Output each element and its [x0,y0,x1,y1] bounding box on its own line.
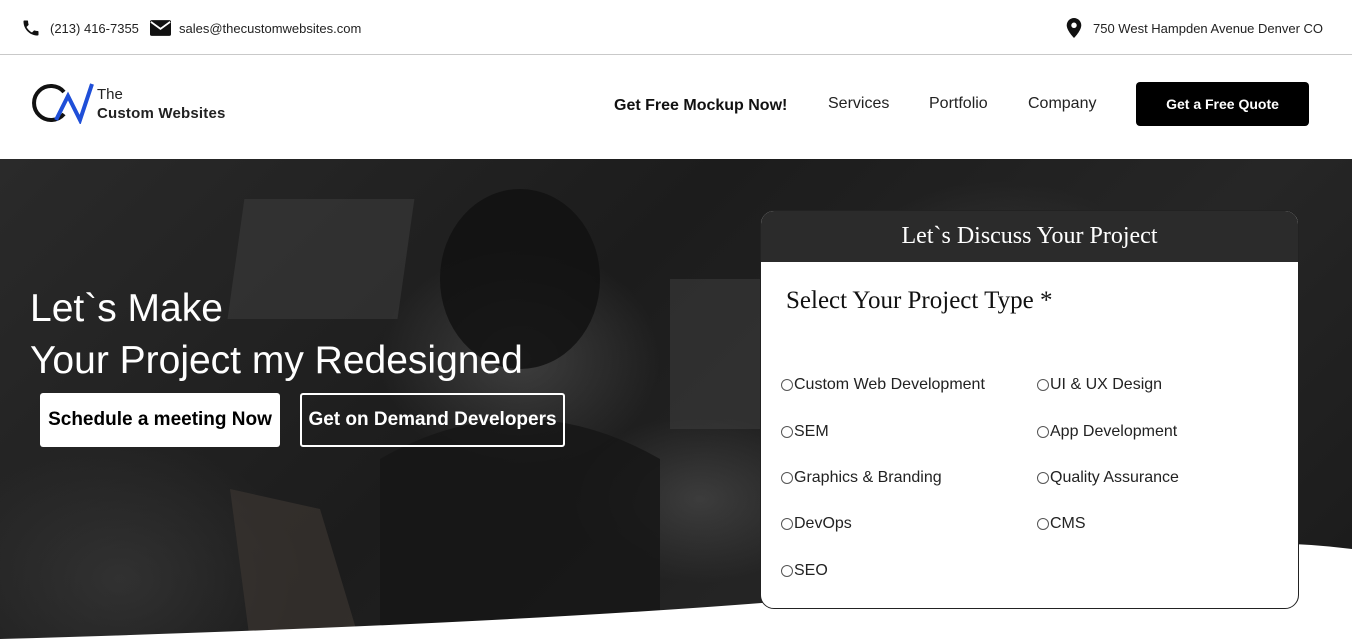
topbar-email[interactable]: sales@thecustomwebsites.com [149,17,361,39]
option-label: SEM [794,423,829,440]
option-sem[interactable]: SEM [781,423,829,441]
schedule-meeting-button[interactable]: Schedule a meeting Now [40,393,280,447]
hero-title-line1: Let`s Make [30,287,223,330]
radio-button[interactable] [781,426,793,438]
radio-button[interactable] [1037,472,1049,484]
nav-free-mockup[interactable]: Get Free Mockup Now! [614,97,787,115]
address-text: 750 West Hampden Avenue Denver CO [1093,20,1324,36]
hero-title: Let`s Make Your Project my Redesigned [30,283,523,387]
radio-button[interactable] [781,379,793,391]
topbar-phone[interactable]: (213) 416-7355 [20,17,139,39]
email-text: sales@thecustomwebsites.com [179,20,362,36]
get-quote-button[interactable]: Get a Free Quote [1136,82,1309,126]
radio-button[interactable] [781,565,793,577]
option-seo[interactable]: SEO [781,562,828,580]
option-custom-web-development[interactable]: Custom Web Development [781,376,985,394]
radio-button[interactable] [781,472,793,484]
nav-company[interactable]: Company [1028,95,1096,113]
form-heading: Let`s Discuss Your Project [761,211,1298,262]
nav-portfolio[interactable]: Portfolio [929,95,988,113]
option-app-development[interactable]: App Development [1037,423,1177,441]
nav-services[interactable]: Services [828,95,889,113]
option-label: CMS [1050,515,1086,532]
form-subheading: Select Your Project Type * [786,287,1053,314]
logo-mark-icon [32,83,94,124]
option-ui-ux-design[interactable]: UI & UX Design [1037,376,1162,394]
site-header: The Custom Websites Get Free Mockup Now!… [0,55,1352,159]
project-form-card: Let`s Discuss Your Project Select Your P… [760,210,1299,609]
option-quality-assurance[interactable]: Quality Assurance [1037,469,1179,487]
option-label: SEO [794,562,828,579]
phone-text: (213) 416-7355 [50,20,139,36]
top-contact-bar: (213) 416-7355 sales@thecustomwebsites.c… [0,0,1352,55]
logo-text-name: Custom Websites [97,105,226,122]
hero-title-line2: Your Project my Redesigned [30,339,523,382]
option-label: Custom Web Development [794,376,985,393]
option-cms[interactable]: CMS [1037,515,1086,533]
envelope-icon [149,17,171,39]
option-label: UI & UX Design [1050,376,1163,393]
map-pin-icon [1063,17,1085,39]
option-label: App Development [1050,423,1178,440]
radio-button[interactable] [781,518,793,530]
radio-button[interactable] [1037,518,1049,530]
site-logo[interactable]: The Custom Websites [28,82,238,132]
option-label: Graphics & Branding [794,469,942,486]
option-graphics-branding[interactable]: Graphics & Branding [781,469,942,487]
radio-button[interactable] [1037,426,1049,438]
option-label: Quality Assurance [1050,469,1179,486]
topbar-address: 750 West Hampden Avenue Denver CO [1063,17,1323,39]
option-label: DevOps [794,515,852,532]
logo-text-the: The [97,86,123,103]
option-devops[interactable]: DevOps [781,515,852,533]
radio-button[interactable] [1037,379,1049,391]
phone-icon [20,17,42,39]
demand-developers-button[interactable]: Get on Demand Developers [300,393,565,447]
